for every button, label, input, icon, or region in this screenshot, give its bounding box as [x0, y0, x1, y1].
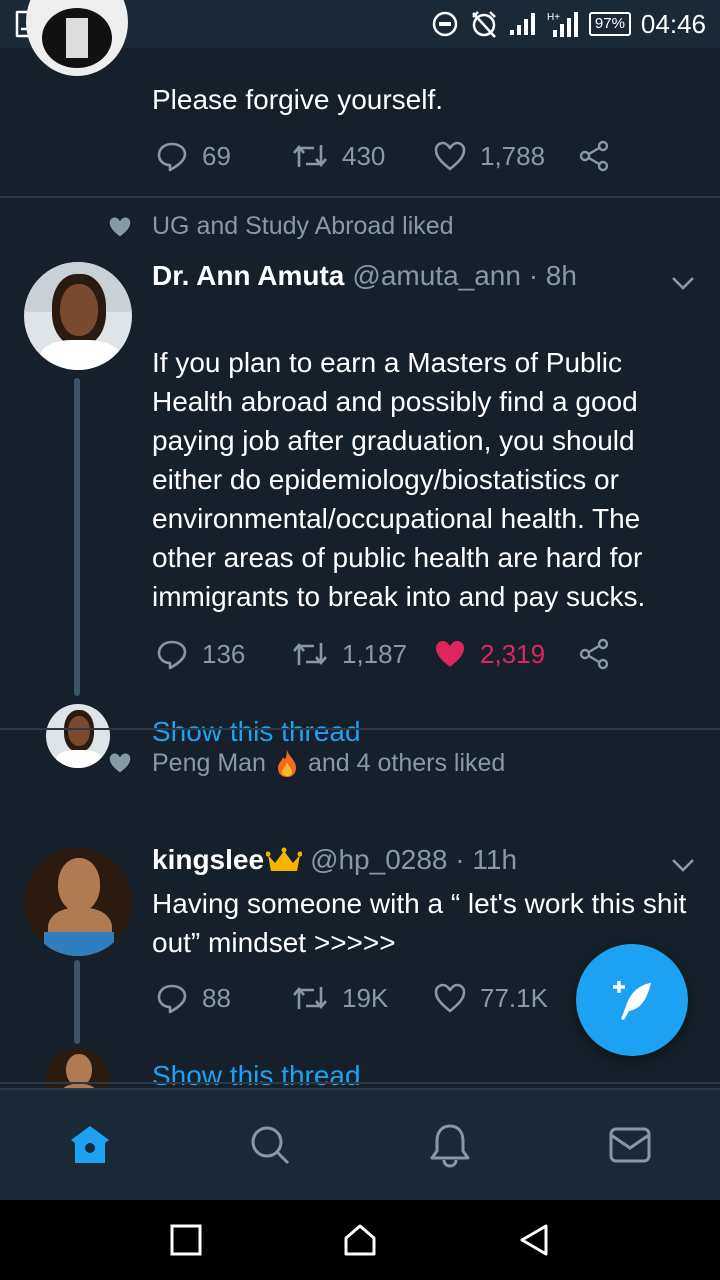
thread-line [74, 378, 80, 696]
back-icon[interactable] [518, 1223, 550, 1257]
retweet-count: 1,187 [342, 638, 408, 669]
reply-button[interactable]: 136 [156, 638, 292, 670]
liked-by-row: Peng Man and 4 others liked [108, 748, 505, 778]
system-navigation-bar [0, 1200, 720, 1280]
signal-icon [509, 13, 535, 35]
heart-icon [434, 983, 466, 1013]
display-name[interactable]: kingslee [152, 844, 264, 876]
handle-time: @amuta_ann · 8h [352, 260, 577, 291]
thread-line [74, 960, 80, 1044]
heart-small-icon [109, 753, 131, 773]
liked-by-name: Peng Man [152, 748, 266, 777]
share-icon [579, 140, 609, 172]
reply-icon [157, 640, 187, 670]
avatar[interactable] [24, 848, 132, 956]
reply-count: 136 [202, 638, 246, 669]
retweet-icon [293, 642, 327, 666]
home-system-icon[interactable] [343, 1223, 377, 1257]
like-count: 77.1K [480, 982, 548, 1013]
svg-text:H+: H+ [547, 12, 560, 23]
tweet-2[interactable]: UG and Study Abroad liked Dr. Ann Amuta … [0, 198, 720, 768]
liked-by-row: UG and Study Abroad liked [108, 212, 454, 241]
like-button[interactable]: 1,788 [434, 141, 578, 172]
retweet-count: 430 [342, 140, 386, 171]
reply-button[interactable]: 69 [156, 140, 292, 172]
tweet-header: Dr. Ann Amuta @amuta_ann · 8h [152, 260, 577, 292]
retweet-count: 19K [342, 982, 389, 1013]
like-button[interactable]: 77.1K [434, 983, 578, 1014]
do-not-disturb-icon [432, 11, 458, 37]
heart-filled-icon [436, 641, 464, 667]
chevron-down-icon[interactable] [670, 856, 696, 874]
like-count: 1,788 [480, 140, 546, 171]
reply-icon [157, 984, 187, 1014]
retweet-button[interactable]: 19K [292, 983, 434, 1014]
clock: 04:46 [640, 8, 706, 39]
tweet-header: kingslee @hp_0288 · 11h [152, 844, 517, 876]
signal-h-icon: H+ [547, 12, 578, 37]
tweet-text: If you plan to earn a Masters of Public … [152, 347, 646, 612]
heart-small-icon [109, 216, 131, 237]
avatar[interactable] [26, 0, 128, 76]
home-icon[interactable] [68, 1123, 112, 1167]
retweet-button[interactable]: 430 [292, 141, 434, 172]
alarm-off-icon [471, 11, 496, 38]
compose-tweet-button[interactable] [576, 944, 688, 1056]
like-button[interactable]: 2,319 [434, 639, 578, 670]
tweet-text: Please forgive yourself. [152, 84, 444, 115]
reply-icon [157, 142, 187, 172]
chevron-down-icon[interactable] [670, 274, 696, 292]
timeline[interactable]: Please forgive yourself. 69 430 1,788 UG… [0, 0, 720, 1112]
tweet-actions: 88 19K 77.1K [156, 982, 610, 1014]
reply-count: 69 [202, 140, 231, 171]
retweet-icon [293, 144, 327, 168]
crown-icon [266, 847, 303, 871]
tweet-1[interactable]: Please forgive yourself. 69 430 1,788 [0, 0, 720, 196]
compose-feather-icon [613, 981, 651, 1020]
fire-icon [277, 750, 296, 777]
like-count: 2,319 [480, 638, 546, 669]
tweet-actions: 69 430 1,788 [156, 140, 610, 172]
avatar[interactable] [24, 262, 132, 370]
display-name[interactable]: Dr. Ann Amuta [152, 260, 344, 292]
retweet-icon [293, 986, 327, 1010]
share-icon [579, 638, 609, 670]
search-icon[interactable] [248, 1123, 292, 1167]
notifications-icon[interactable] [428, 1122, 472, 1168]
reply-count: 88 [202, 982, 231, 1013]
liked-by-rest: and 4 others liked [307, 748, 506, 777]
bottom-navigation [0, 1088, 720, 1200]
divider [0, 1082, 720, 1084]
share-button[interactable] [578, 638, 610, 670]
battery-indicator: 97% [588, 12, 631, 36]
reply-button[interactable]: 88 [156, 982, 292, 1014]
recents-icon[interactable] [170, 1224, 202, 1256]
messages-icon[interactable] [608, 1125, 652, 1165]
liked-by-text: UG and Study Abroad liked [152, 212, 454, 240]
share-button[interactable] [578, 140, 610, 172]
heart-icon [434, 141, 466, 171]
handle-time: @hp_0288 · 11h [310, 844, 518, 875]
tweet-actions: 136 1,187 2,319 [156, 638, 610, 670]
retweet-button[interactable]: 1,187 [292, 639, 434, 670]
